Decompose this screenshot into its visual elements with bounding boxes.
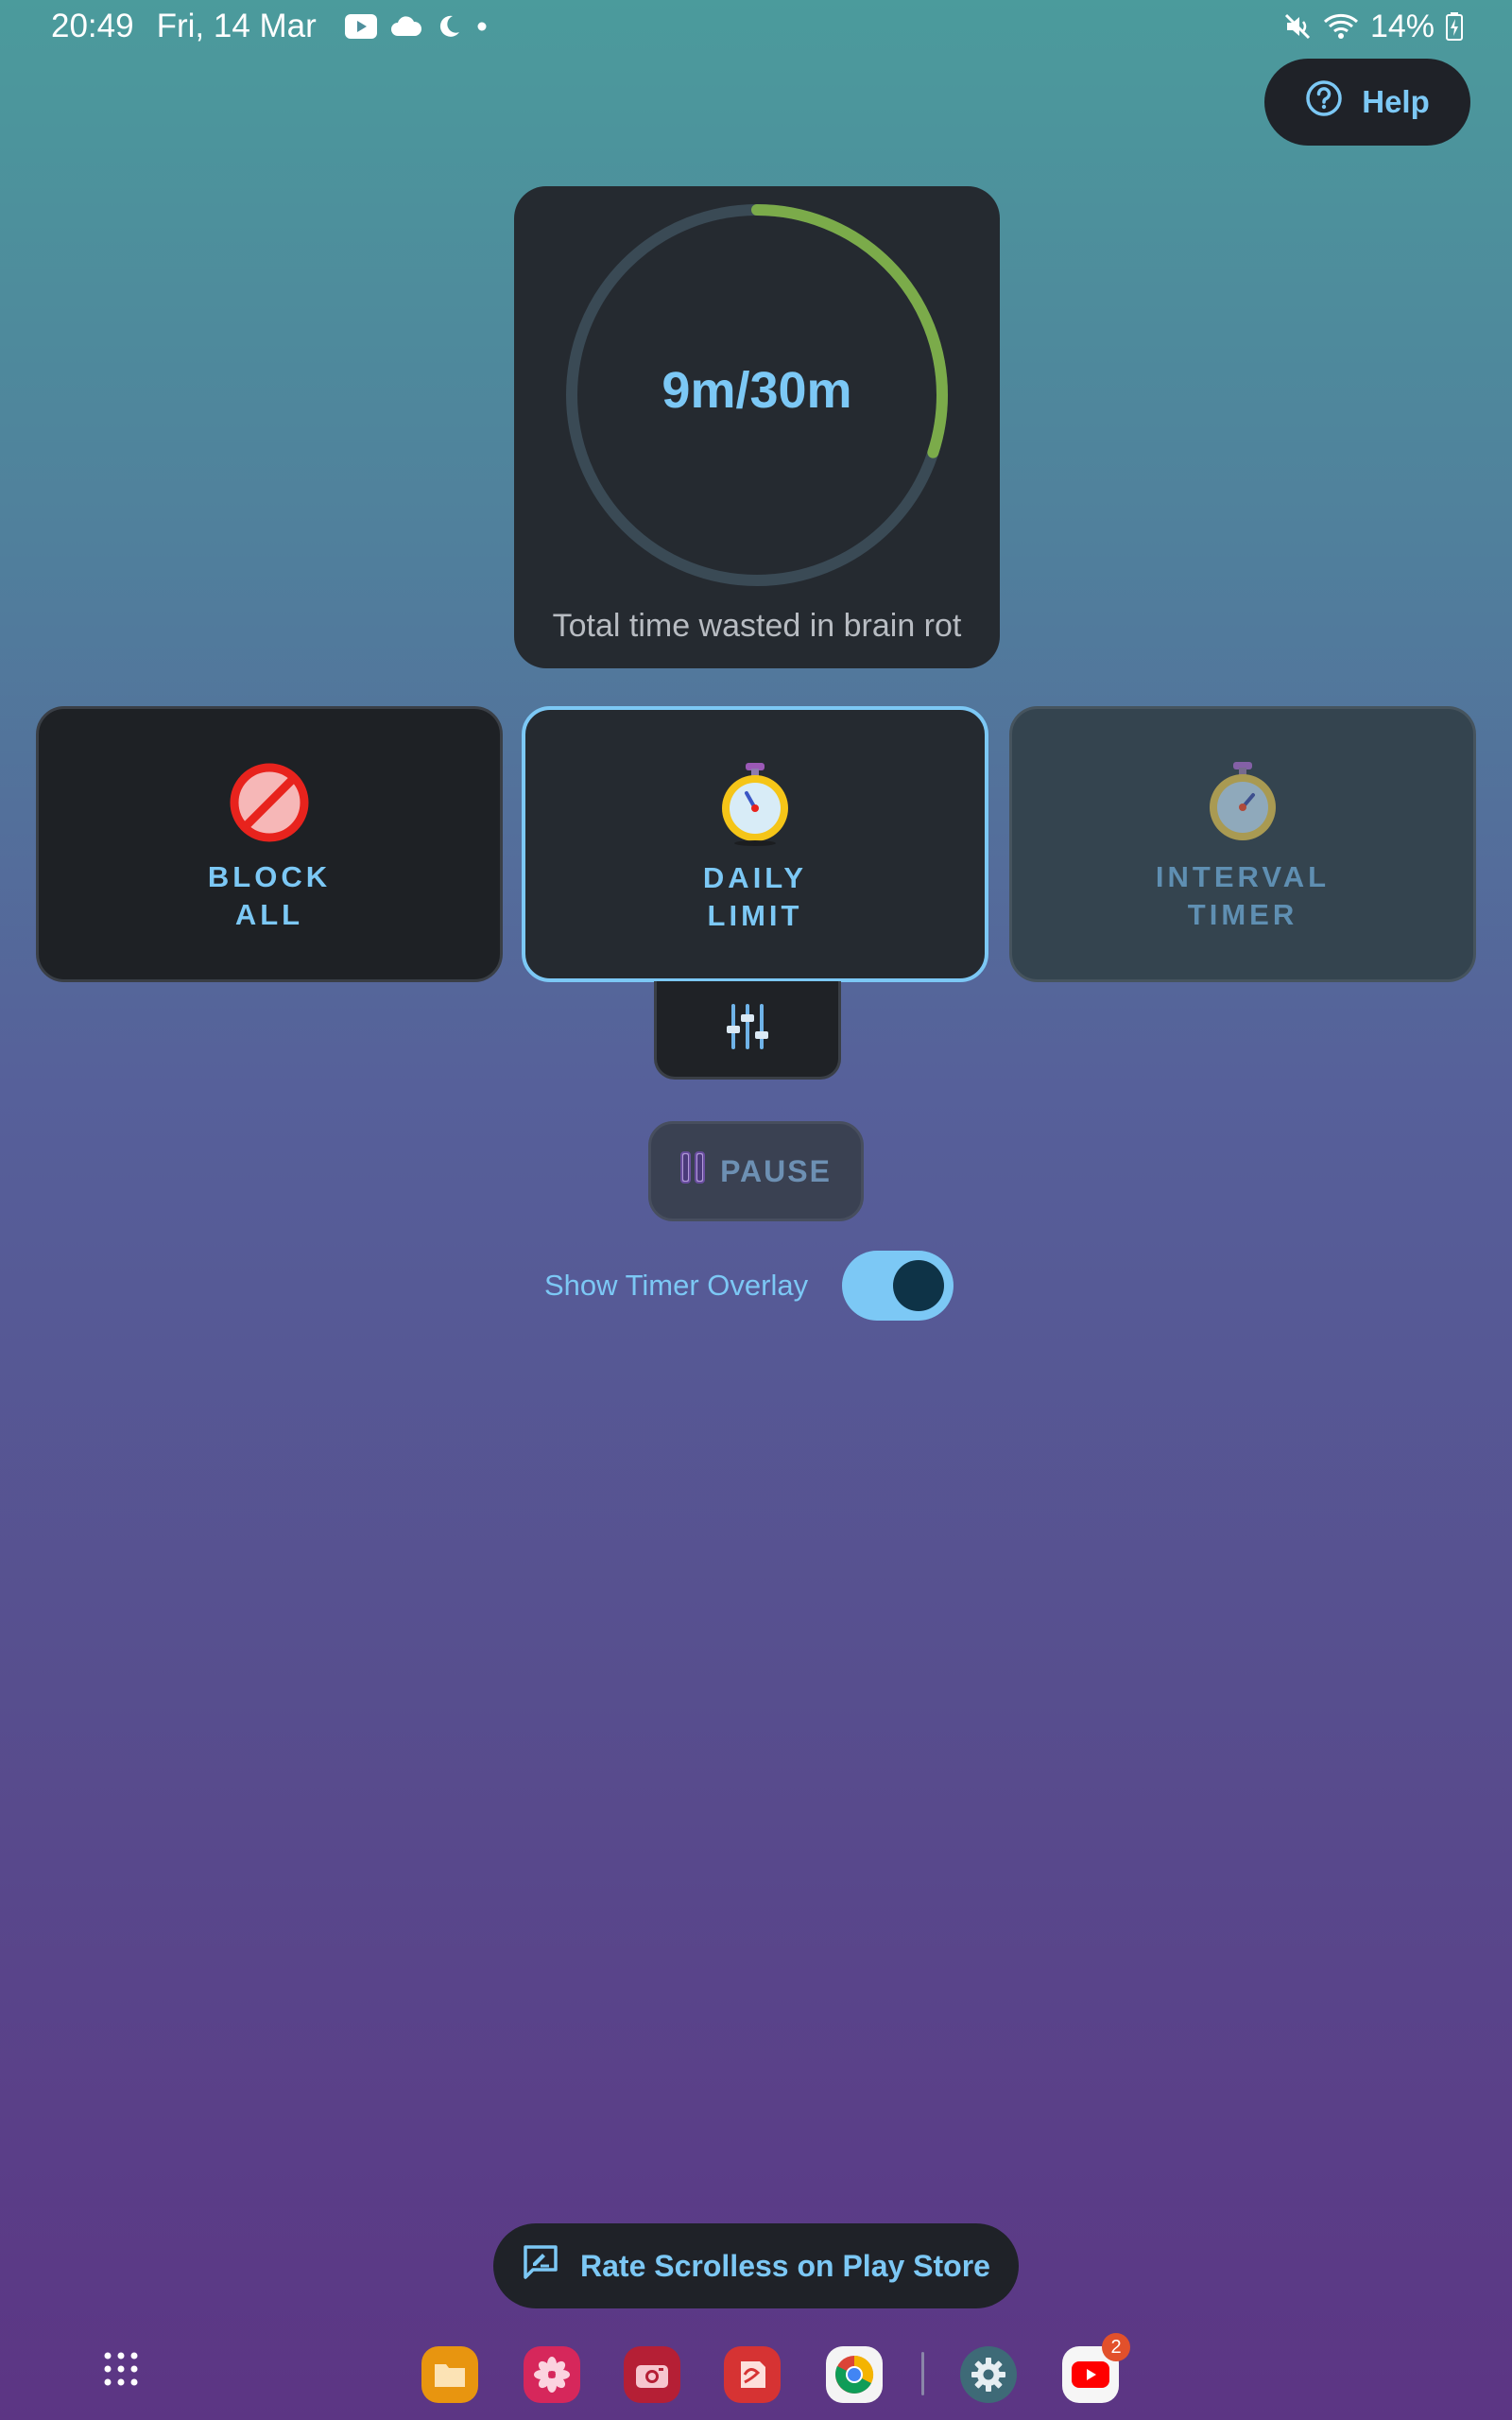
stopwatch-icon <box>713 761 798 846</box>
dot-icon <box>475 20 489 33</box>
status-right: 14% <box>1283 6 1463 47</box>
dock-divider <box>921 2352 924 2395</box>
chrome-icon[interactable] <box>826 2346 883 2403</box>
files-icon[interactable] <box>421 2346 478 2403</box>
status-date: Fri, 14 Mar <box>156 8 317 44</box>
mute-icon <box>1283 12 1312 41</box>
help-button[interactable]: Help <box>1264 59 1470 146</box>
cloud-icon <box>390 15 422 38</box>
usage-progress-card: 9m/30m Total time wasted in brain rot <box>514 186 1000 668</box>
rate-app-label: Rate Scrolless on Play Store <box>580 2248 990 2283</box>
app-drawer-icon[interactable] <box>102 2350 140 2393</box>
stopwatch-icon <box>1200 760 1285 845</box>
battery-percent: 14% <box>1369 8 1435 44</box>
status-left-icons <box>344 13 489 40</box>
status-left: 20:49 Fri, 14 Mar <box>51 6 489 47</box>
settings-icon[interactable] <box>960 2346 1017 2403</box>
battery-charging-icon <box>1446 12 1463 41</box>
mode-block-all-label: BLOCK ALL <box>207 860 332 931</box>
pause-button[interactable]: PAUSE <box>648 1121 864 1221</box>
help-circle-icon <box>1305 79 1343 125</box>
timer-overlay-label: Show Timer Overlay <box>544 1269 809 1302</box>
toggle-knob <box>893 1260 945 1311</box>
rate-app-button[interactable]: Rate Scrolless on Play Store <box>493 2223 1019 2308</box>
status-time: 20:49 <box>51 8 134 44</box>
usage-caption: Total time wasted in brain rot <box>552 608 962 644</box>
pause-label: PAUSE <box>720 1153 832 1188</box>
status-bar: 20:49 Fri, 14 Mar 14% <box>0 0 1512 53</box>
mode-daily-limit-label: DAILY LIMIT <box>702 861 808 932</box>
camera-icon[interactable] <box>624 2346 680 2403</box>
pause-icon <box>680 1151 706 1191</box>
mode-block-all-button[interactable]: BLOCK ALL <box>36 706 503 982</box>
moon-icon <box>436 13 462 40</box>
mode-interval-timer-label: INTERVAL TIMER <box>1155 860 1331 931</box>
youtube-icon <box>344 14 377 39</box>
prohibited-icon <box>227 760 312 845</box>
limit-settings-button[interactable] <box>654 981 841 1080</box>
timer-overlay-row: Show Timer Overlay <box>544 1250 954 1322</box>
feedback-icon <box>522 2243 559 2289</box>
gallery-icon[interactable] <box>524 2346 580 2403</box>
mode-interval-timer-button[interactable]: INTERVAL TIMER <box>1009 706 1476 982</box>
notification-badge: 2 <box>1102 2333 1130 2361</box>
notes-icon[interactable] <box>724 2346 781 2403</box>
usage-value: 9m/30m <box>662 362 852 419</box>
dock: 2 <box>0 2333 1512 2411</box>
sliders-icon <box>724 1003 771 1055</box>
timer-overlay-toggle[interactable] <box>842 1251 954 1321</box>
help-label: Help <box>1362 84 1430 119</box>
mode-daily-limit-button[interactable]: DAILY LIMIT <box>522 706 988 982</box>
youtube-icon[interactable]: 2 <box>1062 2333 1130 2403</box>
wifi-icon <box>1323 12 1359 41</box>
